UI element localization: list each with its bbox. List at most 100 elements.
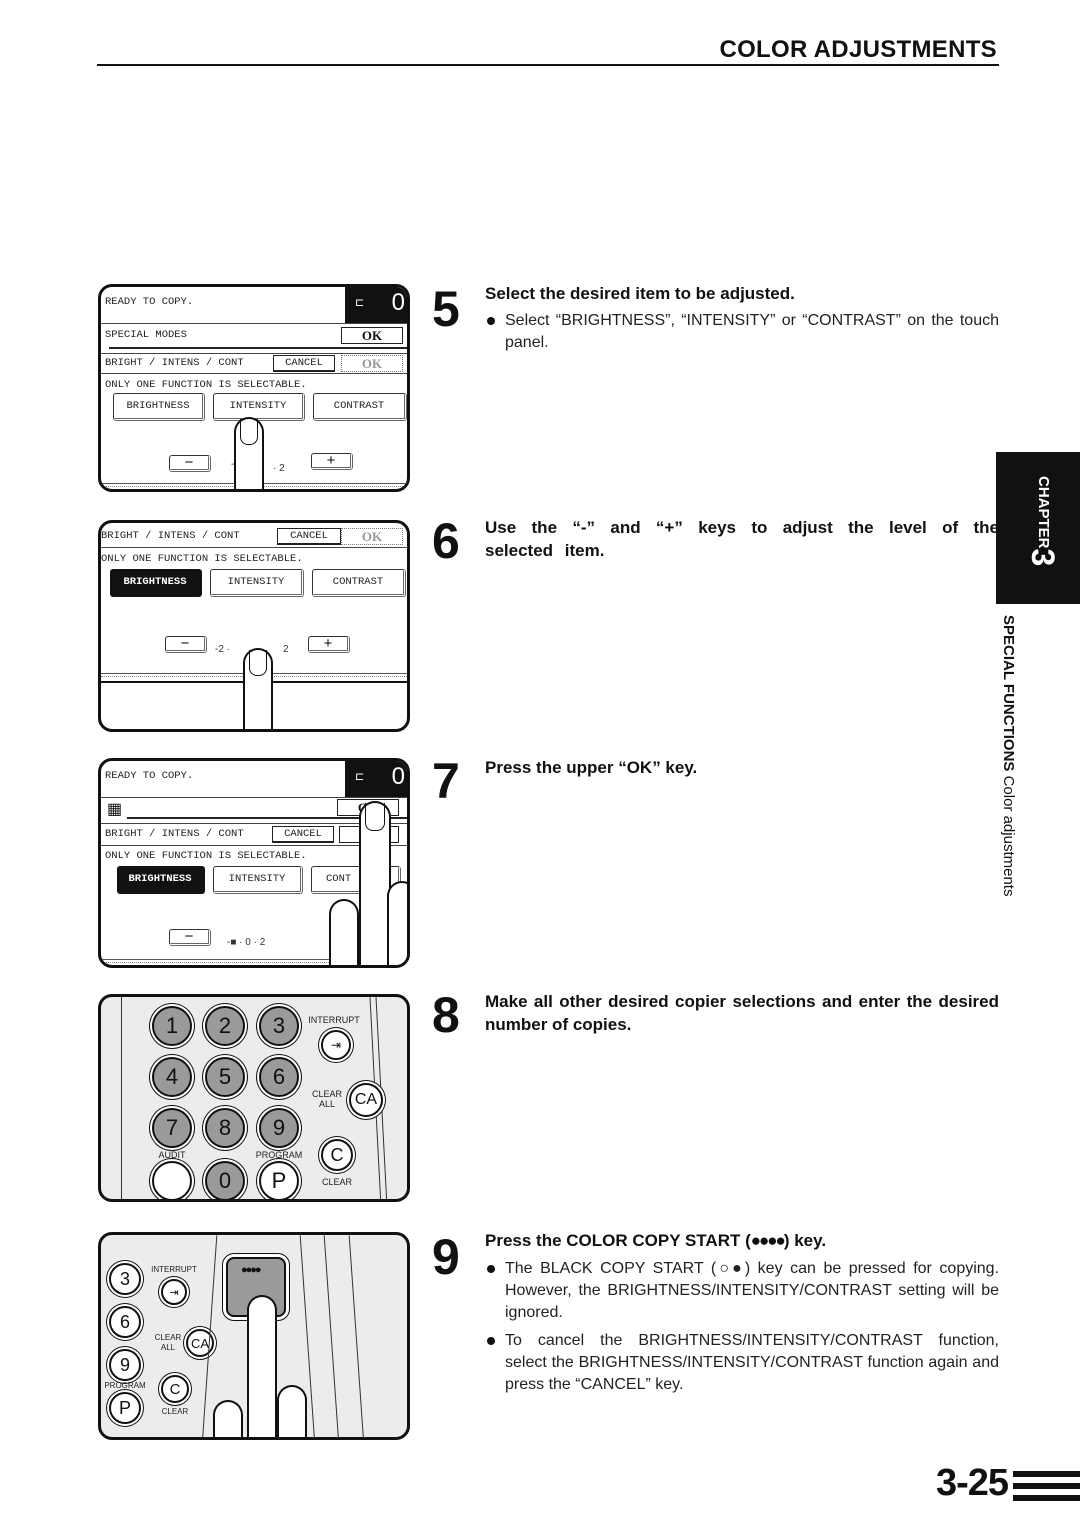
key-9[interactable]: 9 [109, 1349, 141, 1381]
contrast-button[interactable]: CONTRAST [313, 393, 407, 421]
heading-text: ) key. [783, 1231, 827, 1250]
step-bullet: To cancel the BRIGHTNESS/INTENSITY/CONTR… [485, 1330, 999, 1396]
key-9[interactable]: 9 [259, 1108, 299, 1148]
pointing-finger-icon [247, 1295, 277, 1437]
key-8[interactable]: 8 [205, 1108, 245, 1148]
minus-button[interactable]: − [165, 636, 207, 653]
step-heading: Press the COLOR COPY START (●●●●) key. [485, 1229, 999, 1252]
copy-counter: ⊏ 0 [345, 761, 407, 797]
bar [1013, 1495, 1080, 1501]
lower-ok-button[interactable]: OK [341, 528, 403, 545]
chapter-label: CHAPTER3 [1024, 476, 1061, 566]
interrupt-label: INTERRUPT [308, 1015, 360, 1025]
black-copy-start-icon: ○● [716, 1260, 745, 1277]
key-6[interactable]: 6 [259, 1057, 299, 1097]
intensity-button[interactable]: INTENSITY [213, 393, 305, 421]
heading-text: Press the COLOR COPY START ( [485, 1231, 751, 1250]
minus-button[interactable]: − [169, 929, 211, 946]
clear-all-label: CLEAR ALL [154, 1333, 182, 1352]
key-2[interactable]: 2 [205, 1006, 245, 1046]
step-heading: Make all other desired copier selections… [485, 992, 999, 1034]
paper-tray-icon: ⊏ [355, 771, 365, 783]
cancel-button[interactable]: CANCEL [272, 826, 334, 843]
key-3[interactable]: 3 [109, 1263, 141, 1295]
brightness-button[interactable]: BRIGHTNESS [113, 393, 205, 421]
touch-panel-step6: BRIGHT / INTENS / CONT CANCEL OK ONLY ON… [98, 520, 410, 732]
fingernail [365, 803, 385, 831]
fingernail [249, 650, 267, 676]
interrupt-label: INTERRUPT [151, 1265, 197, 1274]
intensity-button[interactable]: INTENSITY [213, 866, 303, 894]
color-start-illustration: 3 6 9 PROGRAM P INTERRUPT ⇥ CLEAR ALL CA… [98, 1232, 410, 1440]
interrupt-icon: ⇥ [169, 1286, 179, 1299]
page-title: COLOR ADJUSTMENTS [719, 36, 997, 63]
audit-label: AUDIT [158, 1150, 186, 1160]
step-heading: Use the “-” and “+” keys to adjust the l… [485, 518, 999, 560]
program-key[interactable]: P [259, 1161, 299, 1199]
key-3[interactable]: 3 [259, 1006, 299, 1046]
hand-knuckle-icon [277, 1385, 307, 1437]
clear-key[interactable]: C [161, 1375, 189, 1403]
pointing-finger-icon [234, 417, 264, 489]
cancel-button[interactable]: CANCEL [277, 528, 341, 545]
clear-all-label: CLEAR ALL [311, 1089, 342, 1109]
bar [1013, 1483, 1080, 1489]
color-copy-start-icon: ●●●● [750, 1231, 786, 1250]
key-6[interactable]: 6 [109, 1306, 141, 1338]
hand-thumb-icon [387, 881, 407, 965]
step-heading: Select the desired item to be adjusted. [485, 284, 795, 303]
clear-label: CLEAR [161, 1407, 189, 1416]
upper-ok-button[interactable]: OK [341, 327, 403, 344]
panel-edge-line [348, 1235, 365, 1437]
bullet-dot [487, 1265, 495, 1273]
interrupt-icon: ⇥ [330, 1038, 342, 1052]
chapter-number: 3 [1025, 548, 1061, 567]
key-7[interactable]: 7 [152, 1108, 192, 1148]
step-number: 6 [432, 513, 460, 569]
paper-tray-icon: ⊏ [355, 297, 365, 309]
bullet-text: To cancel the BRIGHTNESS/INTENSITY/CONTR… [505, 1332, 999, 1393]
selection-note: ONLY ONE FUNCTION IS SELECTABLE. [101, 553, 303, 565]
minus-button[interactable]: − [169, 455, 211, 472]
brightness-button[interactable]: BRIGHTNESS [110, 569, 202, 597]
key-5[interactable]: 5 [205, 1057, 245, 1097]
key-1[interactable]: 1 [152, 1006, 192, 1046]
page-number: 3-25 [936, 1462, 1009, 1504]
clear-key[interactable]: C [321, 1139, 353, 1171]
level-scale-right: · 2 [273, 463, 285, 474]
plus-button[interactable]: + [308, 636, 350, 653]
hand-knuckle-icon [213, 1400, 243, 1437]
level-scale-left: -2 · [215, 644, 230, 655]
bar [1013, 1471, 1080, 1477]
brightness-button[interactable]: BRIGHTNESS [117, 866, 205, 894]
program-label: PROGRAM [104, 1381, 146, 1390]
audit-key[interactable] [152, 1161, 192, 1199]
touch-panel-step7: READY TO COPY. ⊏ 0 ▦ OK BRIGHT / INTENS … [98, 758, 410, 968]
contrast-button[interactable]: CONTRAST [312, 569, 406, 597]
interrupt-key[interactable]: ⇥ [321, 1030, 351, 1060]
panel-edge-line [323, 1235, 340, 1437]
interrupt-key[interactable]: ⇥ [161, 1279, 187, 1305]
clear-label: CLEAR [321, 1177, 352, 1187]
hand-knuckle-icon [329, 899, 359, 965]
clear-all-key[interactable]: CA [349, 1083, 383, 1117]
panel-edge-line [121, 997, 122, 1199]
pointing-finger-icon [243, 648, 273, 729]
chapter-word: CHAPTER [1035, 476, 1052, 549]
step-bullet: Select “BRIGHTNESS”, “INTENSITY” or “CON… [485, 310, 999, 354]
intensity-button[interactable]: INTENSITY [210, 569, 304, 597]
divider [101, 797, 407, 798]
program-key[interactable]: P [109, 1392, 141, 1424]
plus-button[interactable]: + [311, 453, 353, 470]
section-label: SPECIAL FUNCTIONS Color adjustments [1000, 615, 1017, 896]
copy-counter: ⊏ 0 [345, 287, 407, 323]
lower-ok-button[interactable]: OK [341, 355, 403, 372]
color-mode-icon: ▦ [107, 801, 123, 818]
page-header: COLOR ADJUSTMENTS [97, 36, 999, 66]
chapter-tab: CHAPTER3 [996, 452, 1080, 604]
key-4[interactable]: 4 [152, 1057, 192, 1097]
key-0[interactable]: 0 [205, 1161, 245, 1199]
divider [109, 347, 407, 349]
bullet-dot [487, 1337, 495, 1345]
cancel-button[interactable]: CANCEL [273, 355, 335, 372]
